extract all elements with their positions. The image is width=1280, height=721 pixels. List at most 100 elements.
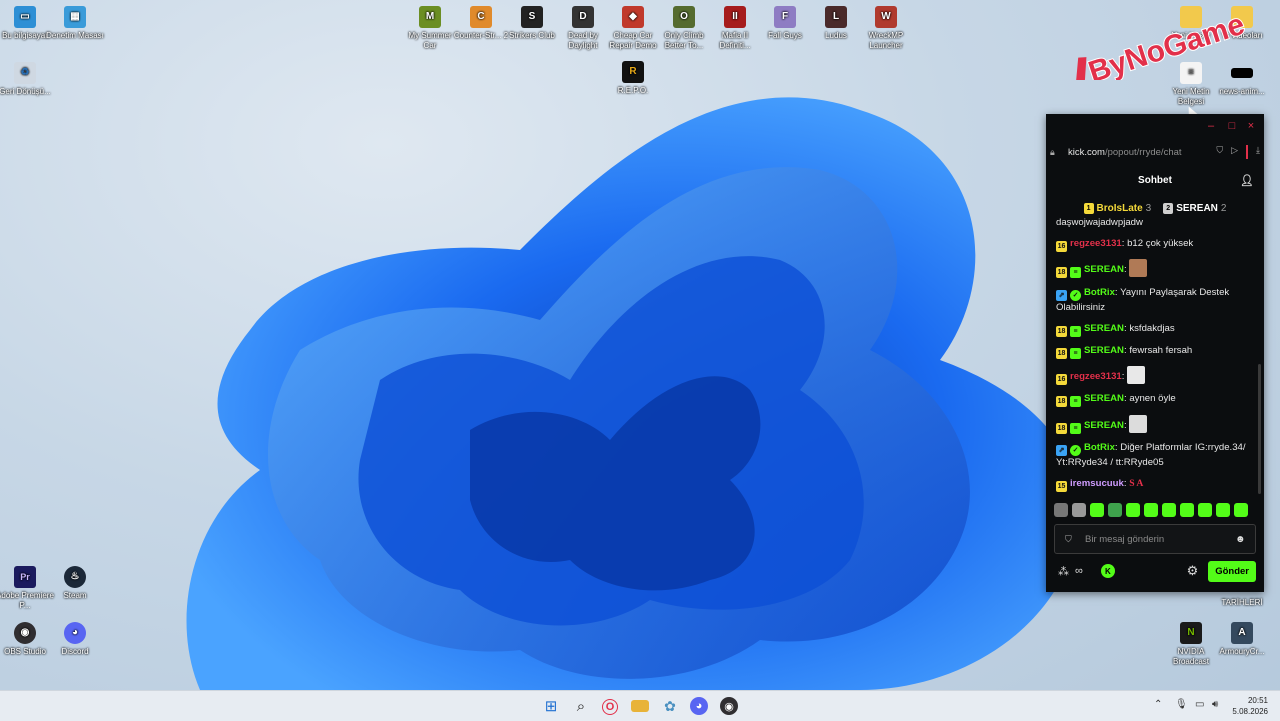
microphone-icon[interactable]: 🎙︎: [1175, 699, 1188, 710]
gifter-item[interactable]: 2 SEREAN 2: [1163, 200, 1226, 216]
window-titlebar[interactable]: – □ ×: [1046, 114, 1264, 142]
chat-message: daşwojwajadwpjadw: [1056, 216, 1250, 230]
desktop-icon-cheap-car-repair[interactable]: ◆ Cheap Car Repair Demo: [604, 6, 662, 51]
maximize-button[interactable]: □: [1225, 120, 1239, 132]
discord-taskbar-icon[interactable]: ◕: [690, 697, 708, 715]
chat-username[interactable]: regzee3131: [1070, 238, 1122, 249]
emote-icon[interactable]: [1180, 503, 1194, 517]
desktop-icon-nvidia-broadcast[interactable]: N NVIDIA Broadcast: [1162, 622, 1220, 667]
chat-username[interactable]: SEREAN: [1084, 323, 1124, 334]
chevron-up-icon[interactable]: ⌃: [1154, 699, 1162, 710]
verified-badge-icon: ✓: [1070, 444, 1081, 456]
desktop-icon-armoury-crate[interactable]: A ArmouryCr...: [1213, 622, 1271, 657]
chat-message-text: Yayını Paylaşarak Destek Olabilirsiniz: [1056, 286, 1230, 313]
desktop-icon-my-summer-car[interactable]: M My Summer Car: [401, 6, 459, 51]
close-button[interactable]: ×: [1244, 120, 1258, 132]
kick-logo-icon[interactable]: K: [1100, 564, 1115, 578]
bot-badge-icon: ⇗: [1056, 444, 1067, 456]
emote-quick-bar: [1054, 503, 1254, 519]
strikers-club-icon: S: [521, 6, 543, 28]
desktop-icon-wreckmp[interactable]: W WreckMP Launcher: [857, 6, 915, 51]
rank-badge-icon: 2: [1163, 202, 1174, 214]
users-icon[interactable]: 👤︎: [1240, 174, 1254, 188]
search-button[interactable]: ⌕: [572, 697, 590, 715]
emote-icon[interactable]: [1234, 503, 1248, 517]
discord-icon: ◕: [64, 622, 86, 644]
system-clock[interactable]: 20:51 5.08.2026: [1232, 695, 1268, 717]
sub-months-badge-icon: 18: [1056, 325, 1067, 337]
app-taskbar-icon[interactable]: ✿: [661, 697, 679, 715]
start-button[interactable]: ⊞: [542, 697, 560, 715]
desktop-icon-repo[interactable]: R R.E.P.O.: [604, 61, 662, 96]
chat-message: 18 ≡ SEREAN:: [1056, 414, 1250, 434]
desktop-icon-steam[interactable]: ♨ Steam: [46, 566, 104, 601]
steam-icon: ♨: [64, 566, 86, 588]
emote-icon[interactable]: [1126, 503, 1140, 517]
chat-messages[interactable]: daşwojwajadwpjadw 16 regzee3131: b12 çok y…: [1056, 216, 1250, 496]
recycle-bin-icon: ♻: [14, 62, 36, 84]
premiere-pro-icon: Pr: [14, 566, 36, 588]
send-button[interactable]: Gönder: [1208, 560, 1256, 582]
desktop-icon-denetim-masasi[interactable]: ▦ Denetim Masası: [46, 6, 104, 41]
address-bar[interactable]: 🔒︎ kick.com/popout/rryde/chat ⛉ ▷ ⤓: [1050, 144, 1260, 160]
desktop-icon-discord[interactable]: ◕ Discord: [46, 622, 104, 657]
chat-scrollbar[interactable]: [1258, 364, 1261, 494]
infinity-icon[interactable]: ∞: [1075, 565, 1083, 577]
desktop-icon-label: NVIDIA Broadcast: [1172, 647, 1210, 666]
emoji-icon[interactable]: ☻: [1235, 534, 1247, 545]
file-explorer-taskbar-icon[interactable]: [631, 700, 649, 712]
gear-icon[interactable]: ⚙: [1187, 563, 1199, 579]
desktop-icon-tarihleri[interactable]: TARİHLERİ: [1213, 598, 1271, 608]
desktop-icon-only-climb[interactable]: O Only Climb Better To...: [655, 6, 713, 51]
chat-username[interactable]: iremsucuuk: [1070, 478, 1124, 489]
chat-username[interactable]: BotRix: [1084, 287, 1115, 298]
play-icon[interactable]: ▷: [1231, 145, 1238, 159]
chat-username[interactable]: BotRix: [1084, 442, 1115, 453]
top-gifters: 1 BroIsLate 3 2 SEREAN 2: [1046, 200, 1264, 216]
ludus-icon: L: [825, 6, 847, 28]
shield-icon[interactable]: ⛉: [1216, 145, 1223, 159]
chat-username[interactable]: SEREAN: [1084, 345, 1124, 356]
desktop-icon-counter-strike[interactable]: C Counter-Str... 2: [452, 6, 510, 41]
emote-icon[interactable]: [1162, 503, 1176, 517]
gifter-name: SEREAN: [1176, 202, 1218, 214]
minimize-button[interactable]: –: [1204, 120, 1218, 132]
desktop-icon-label: TARİHLERİ: [1221, 598, 1263, 607]
chat-username[interactable]: regzee3131: [1070, 371, 1122, 382]
sub-months-badge-icon: 15: [1056, 480, 1067, 492]
obs-taskbar-icon[interactable]: ◉: [720, 697, 738, 715]
emote-icon[interactable]: [1054, 503, 1068, 517]
chat-emote-image: [1127, 366, 1146, 385]
chat-username[interactable]: SEREAN: [1084, 420, 1124, 431]
emote-icon[interactable]: [1216, 503, 1230, 517]
network-icon[interactable]: ▭: [1195, 699, 1204, 710]
chat-username[interactable]: SEREAN: [1084, 393, 1124, 404]
url-host: kick.com: [1068, 146, 1105, 158]
gifter-item[interactable]: 1 BroIsLate 3: [1083, 200, 1151, 216]
url-text[interactable]: kick.com/popout/rryde/chat: [1068, 147, 1216, 158]
desktop-icon-label: Cheap Car Repair Demo: [609, 31, 657, 50]
desktop-icon-geri-donusum[interactable]: ♻ Geri Dönüşü...: [0, 62, 54, 97]
desktop-icon-fall-guys[interactable]: F Fall Guys: [756, 6, 814, 41]
sub-months-badge-icon: 18: [1056, 396, 1067, 408]
my-summer-car-icon: M: [419, 6, 441, 28]
chat-message: ⇗ ✓ BotRix: Yayını Paylaşarak Destek Olabi…: [1056, 286, 1250, 315]
chat-message-text: b12 çok yüksek: [1127, 238, 1194, 250]
points-icon[interactable]: ⁂: [1058, 565, 1069, 578]
emote-icon[interactable]: [1072, 503, 1086, 517]
emote-icon[interactable]: [1144, 503, 1158, 517]
emote-icon[interactable]: [1198, 503, 1212, 517]
chat-message: 18 ≡ SEREAN: fewrsah fersah: [1056, 344, 1250, 359]
subscriber-badge-icon: ≡: [1070, 422, 1081, 434]
emote-icon[interactable]: [1090, 503, 1104, 517]
chat-username[interactable]: SEREAN: [1084, 264, 1124, 275]
download-icon[interactable]: ⤓: [1256, 145, 1260, 159]
chat-message-text: ksfdakdjas: [1129, 322, 1175, 334]
emote-icon[interactable]: [1108, 503, 1122, 517]
volume-icon[interactable]: 🔊︎: [1212, 699, 1218, 710]
chat-header: Sohbet 👤︎: [1046, 170, 1264, 192]
opera-gx-taskbar-icon[interactable]: O: [602, 699, 618, 715]
desktop-icon-label: ArmouryCr...: [1219, 647, 1265, 656]
desktop-icon-strikers-club[interactable]: S Strikers Club: [503, 6, 561, 41]
chat-input[interactable]: ⛉ Bir mesaj gönderin ☻: [1054, 524, 1256, 554]
